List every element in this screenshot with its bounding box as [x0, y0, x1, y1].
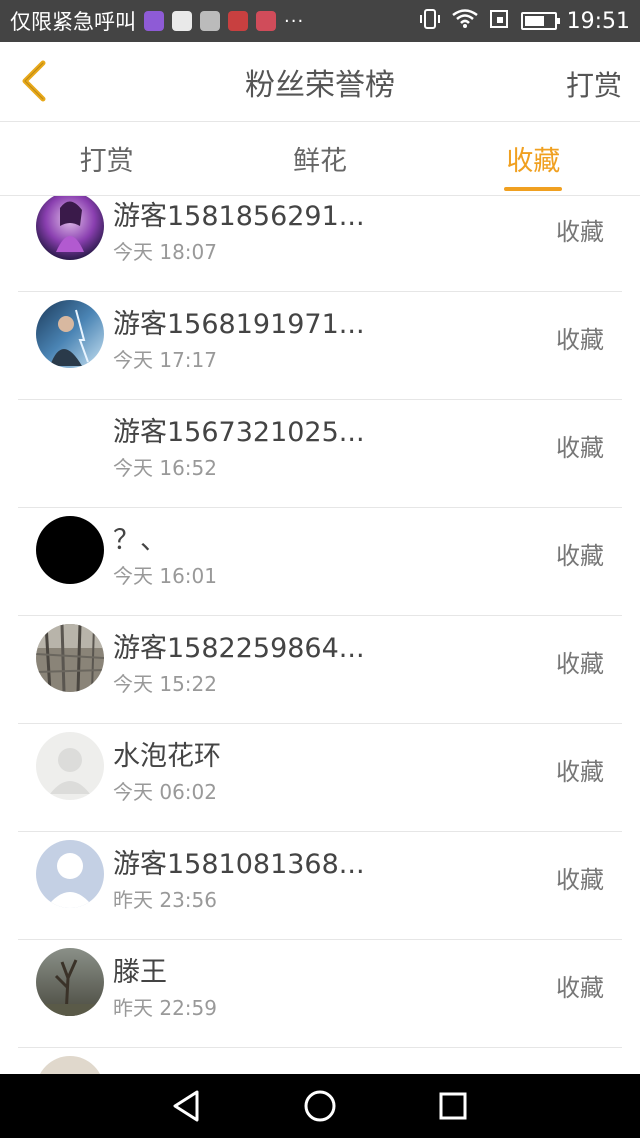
fan-time: 昨天 23:56 [113, 888, 217, 912]
wifi-icon [451, 9, 479, 33]
avatar [36, 948, 104, 1016]
fan-time: 昨天 22:59 [113, 996, 217, 1020]
action-type: 收藏 [556, 650, 604, 678]
avatar [36, 516, 104, 584]
fan-name: ？、 [113, 525, 167, 556]
list-item[interactable]: 滕王 昨天 22:59 收藏 [18, 940, 622, 1048]
action-type: 收藏 [556, 974, 604, 1002]
video-app-icon [228, 11, 248, 31]
action-type: 收藏 [556, 542, 604, 570]
action-type: 收藏 [556, 866, 604, 894]
fan-time: 今天 06:02 [113, 780, 217, 804]
tab-bar: 打赏 鲜花 收藏 [0, 122, 640, 196]
avatar [36, 840, 104, 908]
triangle-back-icon [173, 1090, 199, 1122]
tab-label: 打赏 [79, 146, 134, 177]
fan-list: 游客1581856291... 今天 18:07 收藏 游客1568191971… [0, 196, 640, 1074]
square-recents-icon [439, 1092, 467, 1120]
back-button[interactable] [14, 56, 54, 106]
tab-label: 鲜花 [292, 146, 347, 177]
system-nav-bar [0, 1074, 640, 1138]
active-tab-indicator [504, 187, 563, 191]
fan-name: 游客1581856291... [113, 201, 365, 232]
book-app-icon [256, 11, 276, 31]
action-type: 收藏 [556, 434, 604, 462]
tab-favorites[interactable]: 收藏 [427, 122, 640, 195]
fan-name: 游客1568191971... [113, 309, 365, 340]
avatar [36, 732, 104, 800]
list-item-partial[interactable] [18, 1048, 622, 1074]
fan-time: 今天 17:17 [113, 348, 217, 372]
fan-time: 今天 16:52 [113, 456, 217, 480]
fan-name: 水泡花环 [113, 741, 221, 772]
fan-name: 游客1567321025... [113, 417, 365, 448]
sim-icon [489, 9, 511, 33]
list-item[interactable]: 游客1568191971... 今天 17:17 收藏 [18, 292, 622, 400]
avatar [36, 1056, 104, 1074]
action-type: 收藏 [556, 326, 604, 354]
nav-back-button[interactable] [167, 1086, 207, 1126]
list-item[interactable]: 游客1567321025... 今天 16:52 收藏 [18, 400, 622, 508]
fan-time: 今天 15:22 [113, 672, 217, 696]
gallery-app-icon [144, 11, 164, 31]
avatar [36, 624, 104, 692]
emoji-app-icon [172, 11, 192, 31]
fan-name: 游客1582259864... [113, 633, 365, 664]
clock-text: 19:51 [566, 8, 630, 34]
nav-home-button[interactable] [300, 1086, 340, 1126]
font-app-icon [200, 11, 220, 31]
nav-recents-button[interactable] [433, 1086, 473, 1126]
list-item[interactable]: 游客1582259864... 今天 15:22 收藏 [18, 616, 622, 724]
tab-label: 收藏 [506, 146, 561, 177]
vibrate-icon [419, 9, 441, 33]
carrier-text: 仅限紧急呼叫 [10, 10, 136, 34]
fan-time: 今天 16:01 [113, 564, 217, 588]
top-app-bar: 粉丝荣誉榜 打赏 [0, 42, 640, 122]
list-item[interactable]: ？、 今天 16:01 收藏 [18, 508, 622, 616]
reward-button[interactable]: 打赏 [566, 64, 622, 104]
fan-name: 滕王 [113, 957, 167, 988]
tab-reward[interactable]: 打赏 [0, 122, 213, 195]
more-notifications-icon: ··· [284, 10, 305, 32]
battery-icon [520, 12, 560, 30]
fan-time: 今天 18:07 [113, 240, 217, 264]
page-title: 粉丝荣誉榜 [245, 67, 395, 103]
chevron-left-icon [22, 60, 46, 102]
avatar [36, 300, 104, 368]
list-item[interactable]: 游客1581856291... 今天 18:07 收藏 [18, 196, 622, 292]
fan-name: 游客1581081368... [113, 849, 365, 880]
action-type: 收藏 [556, 218, 604, 246]
tab-flowers[interactable]: 鲜花 [213, 122, 426, 195]
circle-home-icon [304, 1090, 336, 1122]
list-item[interactable]: 水泡花环 今天 06:02 收藏 [18, 724, 622, 832]
list-item[interactable]: 游客1581081368... 昨天 23:56 收藏 [18, 832, 622, 940]
status-bar: 仅限紧急呼叫 ··· 19:51 [0, 0, 640, 42]
avatar [36, 196, 104, 260]
action-type: 收藏 [556, 758, 604, 786]
